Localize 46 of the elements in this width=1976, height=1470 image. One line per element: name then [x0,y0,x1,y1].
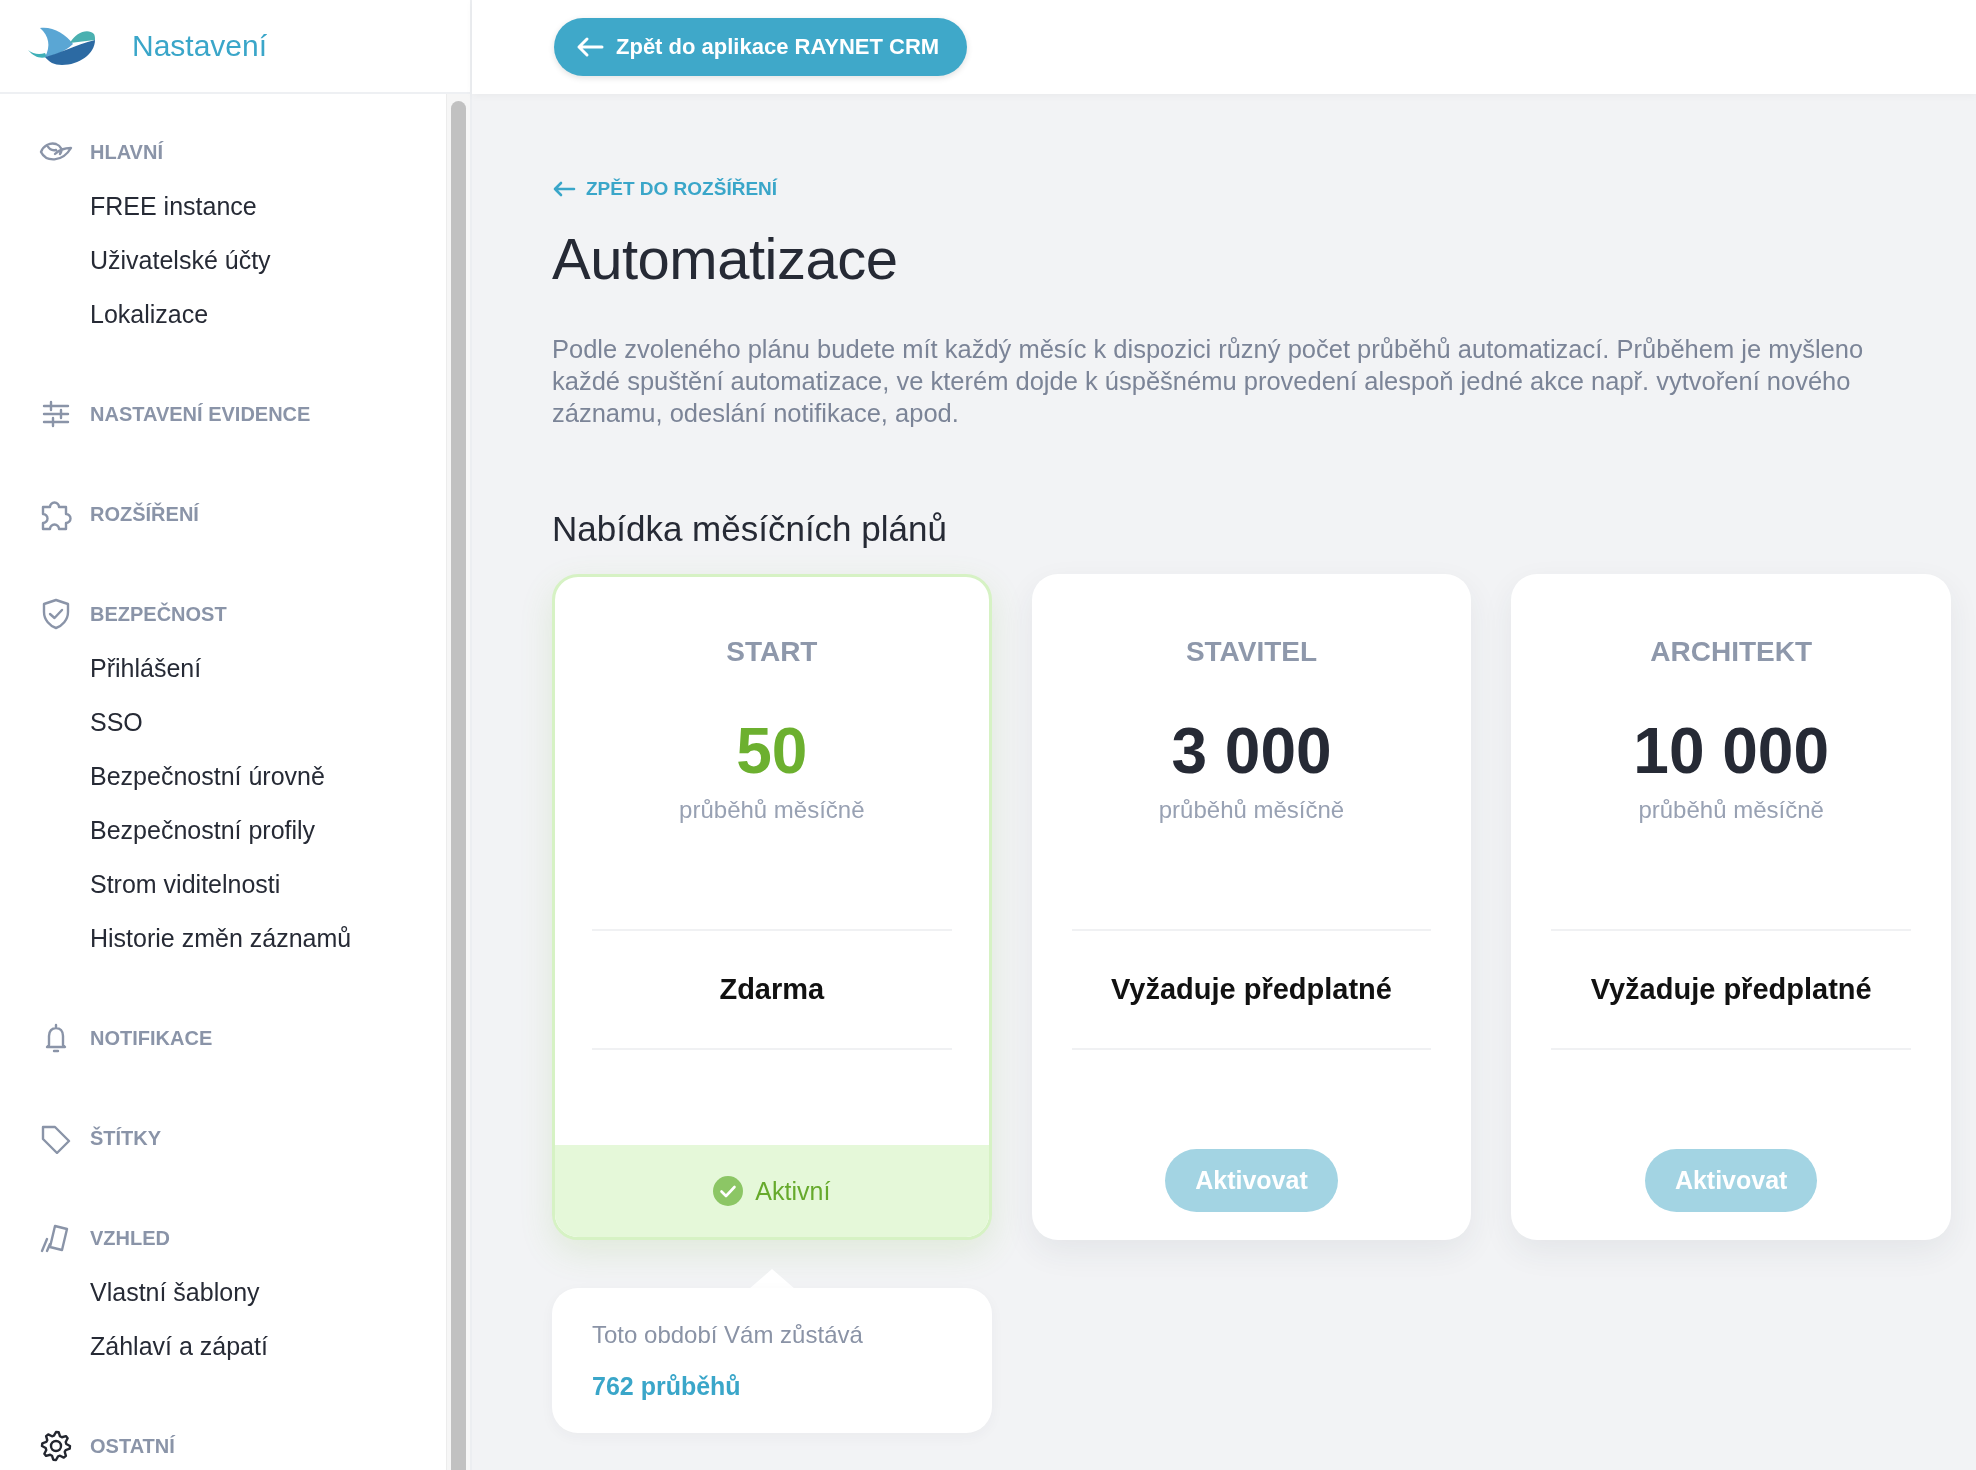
section-heading[interactable]: BEZPEČNOST [90,602,227,626]
nav-item[interactable]: Strom viditelnosti [90,869,281,899]
usage-value: 762 průběhů [592,1371,742,1401]
arrow-left-icon [576,36,604,58]
section-heading[interactable]: NOTIFIKACE [90,1026,213,1050]
nav-item[interactable]: Uživatelské účty [90,245,271,275]
nav-item[interactable]: Bezpečnostní úrovně [90,761,325,791]
plan-count: 3 000 [1171,714,1332,789]
plan-name: START [726,635,818,669]
arrow-left-icon [552,180,576,198]
usage-label: Toto období Vám zůstává [592,1320,864,1350]
section-heading[interactable]: ŠTÍTKY [90,1126,162,1150]
nav-item[interactable]: SSO [90,707,143,737]
logo-icon[interactable] [28,26,96,66]
status-label: Aktivní [755,1176,831,1206]
plan-count: 50 [736,714,808,789]
plan-name: STAVITEL [1185,635,1318,669]
back-button[interactable]: Zpět do aplikace RAYNET CRM [554,18,968,76]
settings-icon [38,1429,74,1463]
back-link[interactable]: ZPĚT DO ROZŠÍŘENÍ [552,177,778,201]
description-text: Podle zvoleného plánu budete mít každý měsíc k dispozici různý počet průběhů automatizací. Průběhem je myšleno každé spuštění automatizace, ve kterém dojde k úspěšnému provedení alespoň jedné akce např. vytvoření nového záznamu, odeslání notifikace, apod. [552,334,1865,429]
section-heading[interactable]: NASTAVENÍ EVIDENCE [90,402,311,426]
nav-item[interactable]: Historie změn záznamů [90,923,352,953]
scrollbar-thumb[interactable] [451,101,466,1470]
section-heading[interactable]: ROZŠÍŘENÍ [90,502,199,526]
check-circle-icon [713,1176,744,1206]
count-unit: průběhů měsíčně [679,795,865,825]
section-heading[interactable]: HLAVNÍ [90,140,163,164]
section-title: Nabídka měsíčních plánů [552,508,948,550]
nav-item[interactable]: FREE instance [90,191,257,221]
count-unit: průběhů měsíčně [1158,795,1345,825]
nav-item[interactable]: Vlastní šablony [90,1277,260,1307]
nav-item[interactable]: Záhlaví a zápatí [90,1331,268,1361]
section-heading[interactable]: OSTATNÍ [90,1434,175,1458]
nav-item[interactable]: Lokalizace [90,299,209,329]
count-unit: průběhů měsíčně [1638,795,1824,825]
nav-item[interactable]: Přihlášení [90,653,202,683]
page-heading: Automatizace [552,225,899,293]
plan-price: Vyžaduje předplatné [1590,973,1872,1006]
plan-price: Zdarma [719,973,825,1006]
plan-price: Vyžaduje předplatné [1111,973,1392,1006]
plan-name: ARCHITEKT [1650,635,1813,669]
nav-item[interactable]: Bezpečnostní profily [90,815,316,845]
section-heading[interactable]: VZHLED [90,1226,170,1250]
page-title: Nastavení [132,29,268,63]
plan-count: 10 000 [1633,714,1830,789]
